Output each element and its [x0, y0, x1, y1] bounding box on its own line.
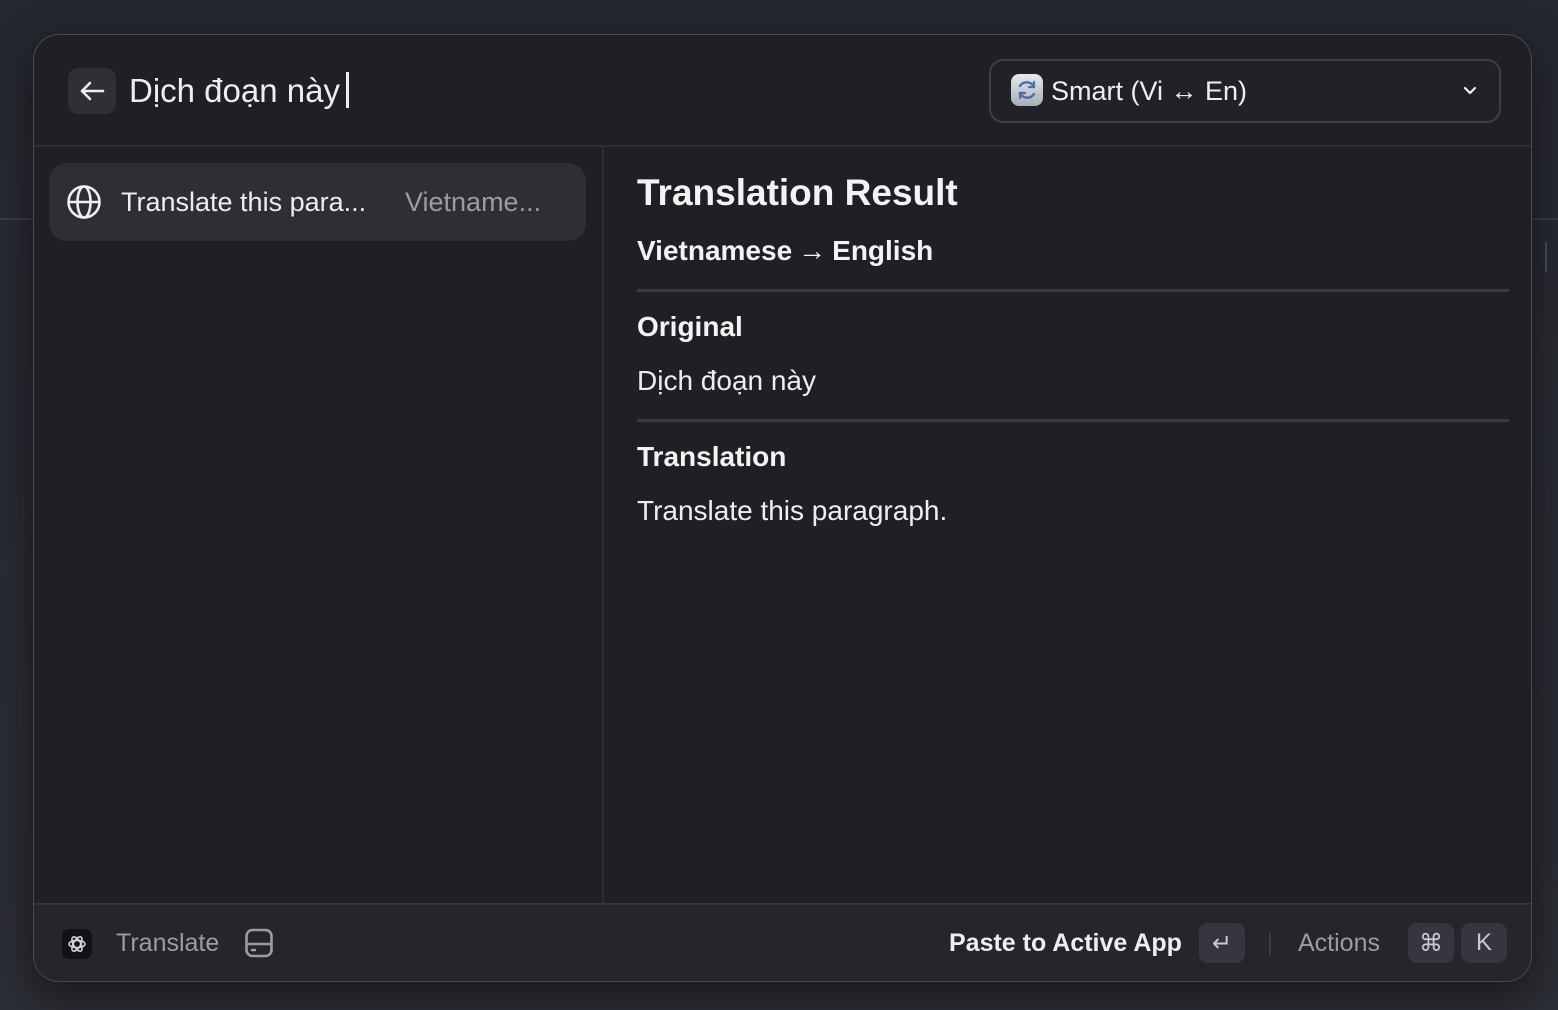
list-item-subtitle: Vietname... [405, 187, 542, 217]
command-label: Translate [116, 929, 220, 957]
arrow-left-icon [80, 81, 105, 101]
results-list: Translate this para... Vietname... [34, 147, 604, 903]
drive-icon [245, 928, 273, 958]
source-language: Vietnamese [637, 235, 793, 266]
translation-mode-label: Smart (Vi ↔ En) [1051, 76, 1248, 106]
section-divider [637, 419, 1509, 422]
original-label: Original [637, 311, 743, 342]
translation-text: Translate this paragraph. [637, 495, 948, 526]
search-input[interactable]: Dịch đoạn này [129, 67, 349, 115]
openai-icon [62, 929, 92, 959]
search-input-value: Dịch đoạn này [129, 72, 340, 109]
language-direction: Vietnamese → English [637, 233, 933, 269]
actions-button[interactable]: Actions [1298, 926, 1380, 960]
search-header: Dịch đoạn này Smart (Vi ↔ En) [34, 35, 1531, 147]
result-title: Translation Result [637, 172, 958, 213]
launcher-window: Dịch đoạn này Smart (Vi ↔ En) Translate … [33, 34, 1532, 982]
k-key-hint: K [1461, 923, 1507, 963]
section-divider [637, 289, 1509, 292]
paste-to-active-app-button[interactable]: Paste to Active App [949, 926, 1182, 960]
footer-separator [1269, 933, 1271, 955]
refresh-app-icon [1011, 74, 1043, 106]
translation-label: Translation [637, 441, 787, 472]
command-key-hint: ⌘ [1408, 923, 1454, 963]
translation-mode-dropdown[interactable]: Smart (Vi ↔ En) [989, 59, 1501, 123]
enter-key-hint: ↵ [1199, 923, 1245, 963]
direction-arrow: → [798, 235, 827, 266]
text-caret [345, 72, 349, 109]
back-button[interactable] [68, 68, 116, 114]
desktop-scroll-indicator [1545, 242, 1547, 272]
list-item[interactable]: Translate this para... Vietname... [49, 163, 586, 241]
target-language: English [832, 235, 934, 266]
action-bar: Translate Paste to Active App ↵ Actions … [34, 903, 1531, 981]
chevron-down-icon [1463, 86, 1477, 95]
original-text: Dịch đoạn này [637, 365, 817, 396]
globe-icon [67, 185, 101, 219]
detail-pane: Translation Result Vietnamese → English Or… [604, 147, 1531, 903]
list-item-title: Translate this para... [121, 187, 367, 217]
